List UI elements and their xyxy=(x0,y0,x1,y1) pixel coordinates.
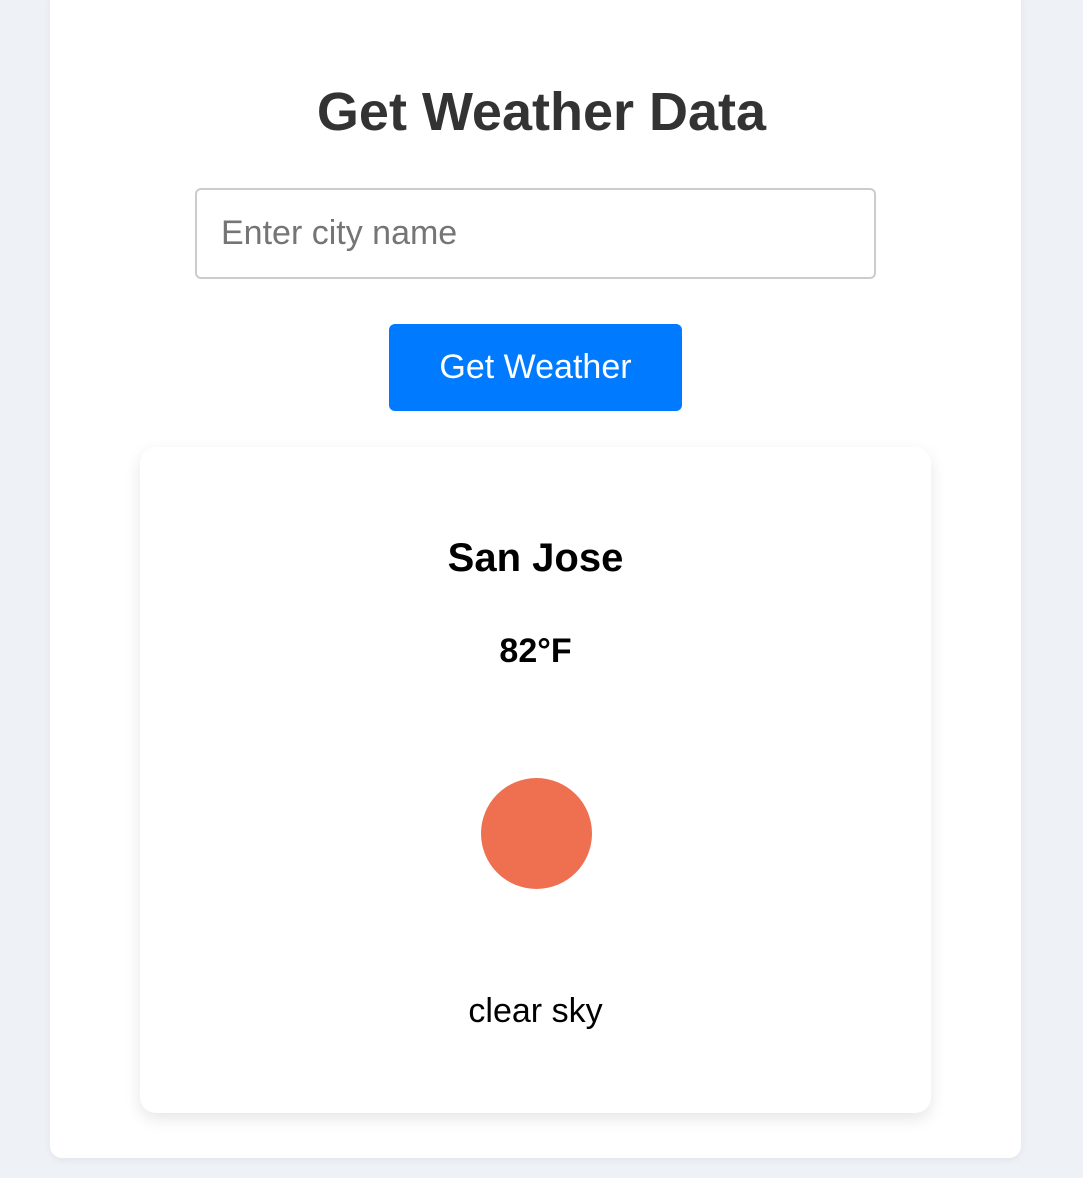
page-title: Get Weather Data xyxy=(316,82,767,142)
sun-icon xyxy=(481,778,592,889)
get-weather-button[interactable]: Get Weather xyxy=(389,324,682,411)
city-name: San Jose xyxy=(447,536,624,580)
page: Get Weather Data Get Weather San Jose 82… xyxy=(0,0,1083,1178)
city-search-input[interactable] xyxy=(195,188,876,279)
weather-result-card: San Jose 82°F clear sky xyxy=(140,447,931,1113)
weather-description: clear sky xyxy=(468,992,603,1030)
temperature: 82°F xyxy=(499,632,572,670)
